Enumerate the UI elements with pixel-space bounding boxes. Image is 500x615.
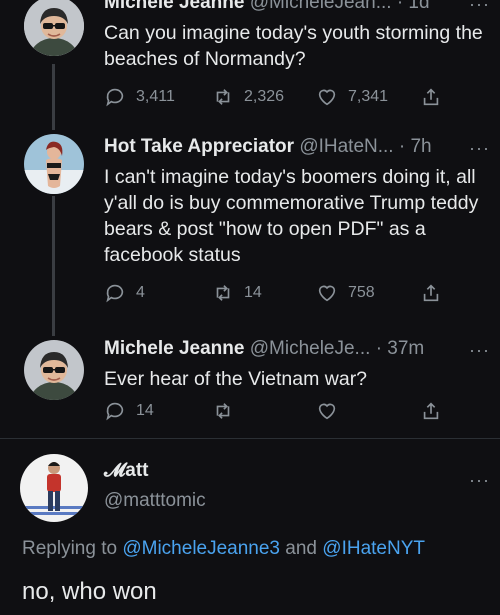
share-icon [423, 284, 439, 302]
like-button[interactable]: 7,341 [316, 84, 388, 110]
handle[interactable]: @matttomic [104, 490, 206, 511]
tweet-header: Michele Jeanne @MicheleJe... · 37m [104, 338, 424, 360]
avatar-image [24, 134, 84, 194]
tweet-actions: 14 [104, 398, 464, 424]
tweet-header: Michele Jeanne @MicheleJean... · 1d [104, 0, 430, 14]
handle[interactable]: @IHateN... [299, 136, 393, 157]
replying-to: Replying to @MicheleJeanne3 and @IHateNY… [22, 538, 425, 560]
display-name[interactable]: Michele Jeanne [104, 338, 244, 359]
heart-icon [318, 285, 336, 302]
like-button[interactable] [316, 398, 348, 424]
retweet-button[interactable] [212, 398, 244, 424]
tweet[interactable]: Hot Take Appreciator @IHateN... · 7h ···… [0, 130, 500, 330]
retweet-icon [216, 403, 230, 419]
avatar[interactable] [24, 340, 84, 400]
tweet-text: Ever hear of the Vietnam war? [104, 368, 368, 390]
tweet-text: Can you imagine today's youth storming t… [104, 22, 483, 70]
more-options-icon[interactable]: ··· [469, 340, 490, 361]
reply-count: 14 [136, 402, 154, 419]
avatar[interactable] [24, 0, 84, 56]
avatar-image [24, 0, 84, 56]
handle[interactable]: @MicheleJean... [250, 0, 392, 13]
avatar[interactable] [24, 134, 84, 194]
reply-button[interactable]: 3,411 [104, 84, 175, 110]
more-options-icon[interactable]: ··· [469, 0, 490, 15]
display-name[interactable]: 𝓜att [104, 460, 149, 481]
avatar[interactable] [20, 454, 88, 522]
timestamp[interactable]: · 37m [376, 338, 425, 359]
like-count: 7,341 [348, 88, 389, 105]
share-button[interactable] [420, 280, 452, 306]
like-count: 758 [348, 284, 375, 301]
reply-icon [106, 88, 124, 107]
avatar-image [20, 454, 88, 522]
tweet-actions: 3,411 2,326 7,341 [104, 84, 464, 110]
handle-row: @matttomic [104, 490, 206, 512]
replying-and: and [280, 538, 323, 559]
timestamp[interactable]: · 7h [399, 136, 432, 157]
more-options-icon[interactable]: ··· [469, 138, 490, 159]
replying-to-label: Replying to [22, 538, 123, 559]
tweet[interactable]: Michele Jeanne @MicheleJean... · 1d ··· … [0, 0, 500, 120]
more-options-icon[interactable]: ··· [469, 470, 490, 491]
divider [0, 438, 500, 439]
heart-icon [318, 89, 336, 106]
retweet-button[interactable]: 2,326 [212, 84, 284, 110]
reply-count: 3,411 [136, 88, 175, 105]
timestamp[interactable]: · 1d [397, 0, 430, 13]
reply-button[interactable]: 14 [104, 398, 154, 424]
display-name[interactable]: Michele Jeanne [104, 0, 244, 13]
reply-count: 4 [136, 284, 145, 301]
handle[interactable]: @MicheleJe... [250, 338, 371, 359]
tweet-text: no, who won [22, 578, 157, 605]
retweet-button[interactable]: 14 [212, 280, 262, 306]
heart-icon [318, 403, 336, 420]
tweet-header: Hot Take Appreciator @IHateN... · 7h [104, 136, 432, 158]
retweet-icon [216, 89, 230, 105]
display-name[interactable]: Hot Take Appreciator [104, 136, 294, 157]
retweet-icon [216, 285, 230, 301]
like-button[interactable]: 758 [316, 280, 375, 306]
share-icon [423, 88, 439, 106]
focused-tweet[interactable]: 𝓜att @matttomic ··· Replying to @Michele… [0, 450, 500, 615]
tweet-actions: 4 14 758 [104, 280, 464, 306]
retweet-count: 14 [244, 284, 262, 301]
share-button[interactable] [420, 84, 452, 110]
mention-link[interactable]: @MicheleJeanne3 [122, 538, 280, 559]
reply-button[interactable]: 4 [104, 280, 145, 306]
tweet-header: 𝓜att [104, 460, 149, 482]
reply-icon [106, 284, 124, 303]
reply-icon [106, 402, 124, 421]
tweet-text: I can't imagine today's boomers doing it… [104, 166, 479, 266]
share-icon [423, 402, 439, 420]
share-button[interactable] [420, 398, 452, 424]
avatar-image [24, 340, 84, 400]
mention-link[interactable]: @IHateNYT [322, 538, 425, 559]
retweet-count: 2,326 [244, 88, 285, 105]
tweet[interactable]: Michele Jeanne @MicheleJe... · 37m ··· E… [0, 336, 500, 436]
